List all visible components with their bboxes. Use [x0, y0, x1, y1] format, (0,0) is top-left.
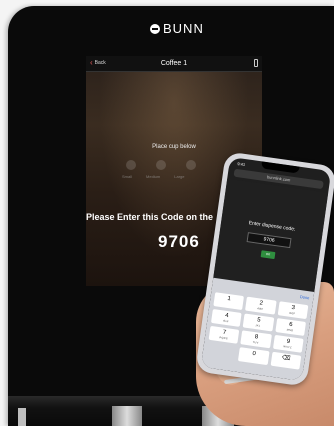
keypad-keys: 1 2 ABC 3 DEF 4 GHI 5 JKL 6 MNO 7 PQRS 8 TUV 9 WXYZ 0 ⌫: [206, 292, 309, 370]
drip-nozzle: [18, 408, 26, 426]
keypad-key[interactable]: 6 MNO: [274, 317, 307, 336]
kiosk-title: Coffee 1: [160, 60, 188, 67]
keypad-key[interactable]: 1: [213, 292, 245, 311]
size-option-large[interactable]: Large: [174, 174, 184, 179]
key-letters: MNO: [286, 328, 294, 333]
size-option-icon: [156, 160, 166, 170]
key-letters: JKL: [255, 324, 261, 328]
cup-instruction: Place cup below: [152, 144, 196, 150]
key-digit: ⌫: [281, 355, 291, 363]
dispense-code-label: Enter dispense code:: [248, 220, 296, 233]
key-digit: 4: [224, 312, 229, 320]
size-option-icon: [126, 160, 136, 170]
phone-notch: [260, 161, 300, 174]
key-digit: 2: [259, 300, 264, 307]
keypad-key[interactable]: 7 PQRS: [208, 325, 240, 344]
web-content: Enter dispense code: 9706 OK: [213, 178, 329, 292]
key-letters: TUV: [252, 340, 259, 345]
keypad-key[interactable]: 4 GHI: [210, 309, 242, 327]
dispense-code-input[interactable]: 9706: [246, 232, 292, 249]
keypad-key: [206, 343, 237, 361]
numeric-keypad: Done 1 2 ABC 3 DEF 4 GHI 5 JKL 6 MNO 7 PQRS 8 TUV 9 WXYZ…: [200, 277, 315, 382]
brand-logo: BUNN: [150, 21, 204, 36]
key-digit: 8: [254, 334, 259, 341]
key-digit: 5: [256, 317, 261, 324]
code-prompt: Please Enter this Code on the: [86, 212, 214, 222]
drip-nozzle: [112, 406, 142, 426]
size-option-icon: [186, 160, 196, 170]
key-letters: ABC: [257, 307, 264, 312]
key-digit: 3: [291, 304, 296, 312]
key-letters: GHI: [223, 319, 229, 324]
size-options: Small Medium Large: [122, 174, 184, 179]
size-option-small[interactable]: Small: [122, 174, 132, 179]
key-letters: DEF: [289, 311, 296, 316]
mobile-icon: [254, 59, 258, 67]
size-option-medium[interactable]: Medium: [146, 174, 160, 179]
key-digit: 0: [251, 350, 257, 358]
kiosk-header: ‹ Back Coffee 1: [86, 56, 262, 72]
keypad-key[interactable]: 9 WXYZ: [272, 334, 304, 353]
keypad-key[interactable]: 8 TUV: [240, 330, 272, 349]
keypad-key[interactable]: 3 DEF: [277, 301, 309, 320]
keypad-key[interactable]: 0: [238, 347, 270, 366]
key-digit: 9: [286, 338, 291, 346]
key-digit: 7: [222, 329, 227, 337]
submit-button[interactable]: OK: [260, 250, 276, 260]
keypad-key[interactable]: 5 JKL: [242, 313, 274, 332]
brand-name: BUNN: [163, 21, 204, 36]
keypad-key[interactable]: 2 ABC: [245, 296, 277, 315]
key-digit: 6: [288, 321, 293, 329]
key-digit: 1: [227, 295, 232, 303]
key-letters: PQRS: [219, 336, 228, 341]
dispense-code: 9706: [158, 232, 200, 251]
done-button[interactable]: Done: [299, 294, 310, 303]
key-letters: WXYZ: [283, 345, 293, 350]
brand-mark-icon: [150, 23, 160, 34]
backspace-key[interactable]: ⌫: [270, 351, 302, 370]
status-time: 9:41: [237, 161, 246, 168]
